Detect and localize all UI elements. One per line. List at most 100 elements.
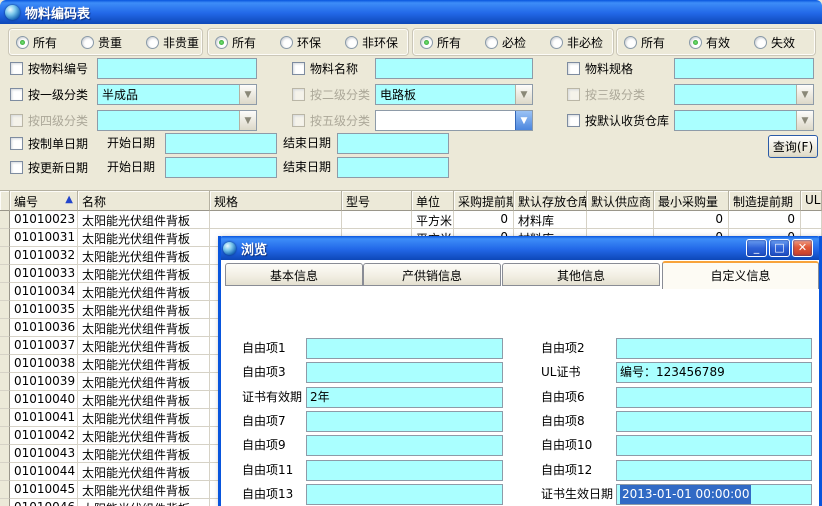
radio-icon[interactable] bbox=[754, 36, 767, 49]
radio-option[interactable]: 环保 bbox=[280, 34, 321, 51]
checkbox[interactable] bbox=[292, 114, 305, 127]
checkbox[interactable] bbox=[10, 62, 23, 75]
custom-field-input[interactable] bbox=[306, 484, 503, 505]
tab-custom-info[interactable]: 自定义信息 bbox=[662, 261, 819, 289]
default-warehouse-combobox[interactable]: ▼ bbox=[674, 110, 814, 131]
radio-option[interactable]: 必检 bbox=[485, 34, 526, 51]
row-selector[interactable] bbox=[0, 283, 10, 301]
filter-material-code[interactable]: 按物料编号 bbox=[10, 58, 88, 79]
radio-option[interactable]: 非必检 bbox=[550, 34, 603, 51]
tab-other-info[interactable]: 其他信息 bbox=[502, 263, 660, 286]
row-selector[interactable] bbox=[0, 445, 10, 463]
chevron-down-icon[interactable]: ▼ bbox=[515, 111, 532, 130]
class1-combobox[interactable]: 半成品▼ bbox=[97, 84, 257, 105]
chevron-down-icon[interactable]: ▼ bbox=[796, 85, 813, 104]
custom-field-input[interactable]: 2013-01-01 00:00:00 bbox=[616, 484, 812, 505]
close-button[interactable]: ✕ bbox=[792, 239, 813, 257]
row-selector[interactable] bbox=[0, 301, 10, 319]
filter-class4[interactable]: 按四级分类 bbox=[10, 110, 88, 131]
row-selector[interactable] bbox=[0, 427, 10, 445]
radio-icon[interactable] bbox=[689, 36, 702, 49]
filter-update-date[interactable]: 按更新日期 bbox=[10, 157, 88, 178]
custom-field-input[interactable] bbox=[306, 362, 503, 383]
radio-icon[interactable] bbox=[280, 36, 293, 49]
filter-material-name[interactable]: 物料名称 bbox=[292, 58, 358, 79]
row-selector[interactable] bbox=[0, 391, 10, 409]
custom-field-input[interactable] bbox=[306, 411, 503, 432]
radio-option[interactable]: 非环保 bbox=[345, 34, 398, 51]
radio-option[interactable]: 有效 bbox=[689, 34, 730, 51]
radio-option[interactable]: 所有 bbox=[420, 34, 461, 51]
filter-class5[interactable]: 按五级分类 bbox=[292, 110, 370, 131]
radio-option[interactable]: 所有 bbox=[215, 34, 256, 51]
header-model[interactable]: 型号 bbox=[342, 191, 412, 211]
custom-field-input[interactable] bbox=[616, 411, 812, 432]
checkbox[interactable] bbox=[292, 62, 305, 75]
row-selector[interactable] bbox=[0, 481, 10, 499]
row-selector[interactable] bbox=[0, 319, 10, 337]
filter-class1[interactable]: 按一级分类 bbox=[10, 84, 88, 105]
table-row[interactable]: 01010023 太阳能光伏组件背板 平方米 0 材料库 0 0 bbox=[0, 211, 822, 229]
radio-icon[interactable] bbox=[420, 36, 433, 49]
row-selector[interactable] bbox=[0, 211, 10, 229]
header-unit[interactable]: 单位 bbox=[412, 191, 454, 211]
custom-field-input[interactable] bbox=[616, 435, 812, 456]
update-end-date-input[interactable] bbox=[337, 157, 449, 178]
chevron-down-icon[interactable]: ▼ bbox=[239, 111, 256, 130]
query-button[interactable]: 查询(F) bbox=[768, 135, 818, 158]
radio-option[interactable]: 失效 bbox=[754, 34, 795, 51]
row-selector[interactable] bbox=[0, 247, 10, 265]
class2-combobox[interactable]: 电路板▼ bbox=[375, 84, 533, 105]
filter-class2[interactable]: 按二级分类 bbox=[292, 84, 370, 105]
row-selector[interactable] bbox=[0, 409, 10, 427]
chevron-down-icon[interactable]: ▼ bbox=[796, 111, 813, 130]
update-start-date-input[interactable] bbox=[165, 157, 277, 178]
checkbox[interactable] bbox=[10, 161, 23, 174]
class4-combobox[interactable]: ▼ bbox=[97, 110, 257, 131]
header-spec[interactable]: 规格 bbox=[210, 191, 342, 211]
custom-field-input[interactable]: 编号：123456789 bbox=[616, 362, 812, 383]
radio-option[interactable]: 所有 bbox=[624, 34, 665, 51]
radio-icon[interactable] bbox=[16, 36, 29, 49]
custom-field-input[interactable] bbox=[306, 338, 503, 359]
checkbox[interactable] bbox=[567, 62, 580, 75]
checkbox[interactable] bbox=[10, 137, 23, 150]
dialog-titlebar[interactable]: 浏览 bbox=[218, 236, 822, 260]
checkbox[interactable] bbox=[10, 114, 23, 127]
row-selector[interactable] bbox=[0, 499, 10, 506]
header-name[interactable]: 名称 bbox=[78, 191, 210, 211]
filter-default-warehouse[interactable]: 按默认收货仓库 bbox=[567, 110, 669, 131]
header-supplier[interactable]: 默认供应商 bbox=[587, 191, 654, 211]
custom-field-input[interactable] bbox=[306, 435, 503, 456]
tab-supply-info[interactable]: 产供销信息 bbox=[363, 263, 501, 286]
maximize-button[interactable]: □ bbox=[769, 239, 790, 257]
radio-icon[interactable] bbox=[215, 36, 228, 49]
doc-start-date-input[interactable] bbox=[165, 133, 277, 154]
custom-field-input[interactable] bbox=[616, 387, 812, 408]
row-selector[interactable] bbox=[0, 337, 10, 355]
custom-field-input[interactable] bbox=[616, 460, 812, 481]
radio-icon[interactable] bbox=[550, 36, 563, 49]
checkbox[interactable] bbox=[292, 88, 305, 101]
doc-end-date-input[interactable] bbox=[337, 133, 449, 154]
filter-material-spec[interactable]: 物料规格 bbox=[567, 58, 633, 79]
header-mfg-lead[interactable]: 制造提前期 bbox=[729, 191, 801, 211]
header-ul[interactable]: UL bbox=[801, 191, 822, 211]
row-selector[interactable] bbox=[0, 229, 10, 247]
header-min-qty[interactable]: 最小采购量 bbox=[654, 191, 729, 211]
header-purchase-lead[interactable]: 采购提前期 bbox=[454, 191, 514, 211]
class3-combobox[interactable]: ▼ bbox=[674, 84, 814, 105]
minimize-button[interactable]: _ bbox=[746, 239, 767, 257]
header-code[interactable]: 编号▲ bbox=[10, 191, 78, 211]
radio-icon[interactable] bbox=[81, 36, 94, 49]
class5-combobox[interactable]: ▼ bbox=[375, 110, 533, 131]
radio-icon[interactable] bbox=[146, 36, 159, 49]
checkbox[interactable] bbox=[567, 114, 580, 127]
tab-basic-info[interactable]: 基本信息 bbox=[225, 263, 363, 286]
radio-option[interactable]: 非贵重 bbox=[146, 34, 199, 51]
chevron-down-icon[interactable]: ▼ bbox=[515, 85, 532, 104]
radio-icon[interactable] bbox=[485, 36, 498, 49]
material-code-input[interactable] bbox=[97, 58, 257, 79]
custom-field-input[interactable]: 2年 bbox=[306, 387, 503, 408]
material-spec-input[interactable] bbox=[674, 58, 814, 79]
